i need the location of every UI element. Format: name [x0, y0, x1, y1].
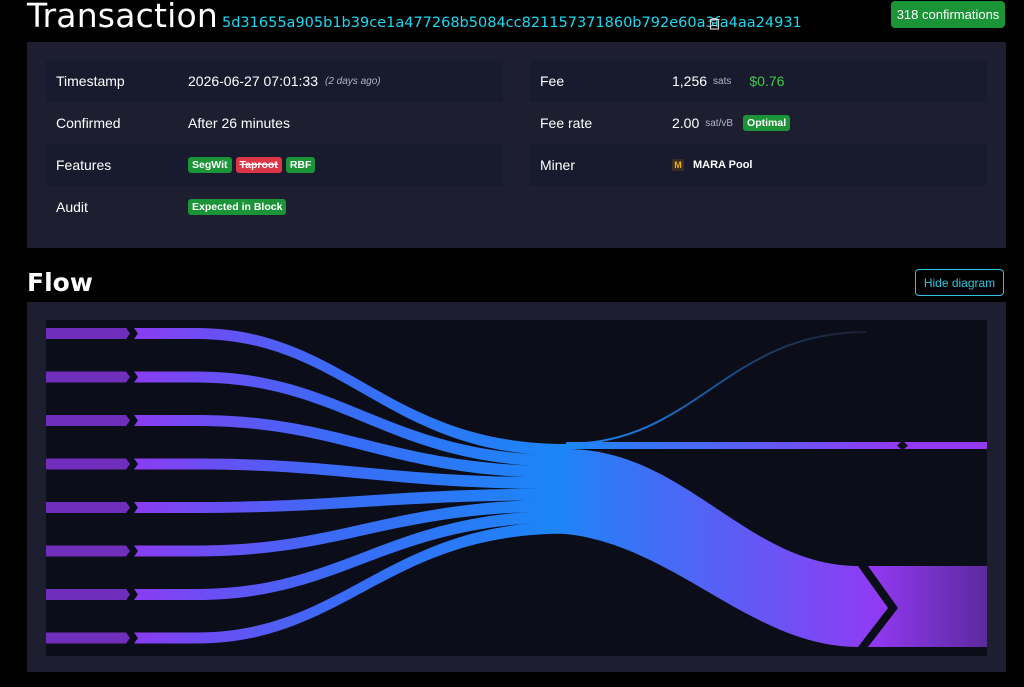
flow-output-1-tail[interactable] [904, 442, 987, 449]
fee-rate-unit: sat/vB [705, 117, 734, 129]
miner-value[interactable]: M MARA Pool [672, 159, 752, 171]
fee-unit: sats [713, 75, 732, 87]
miner-name[interactable]: MARA Pool [693, 159, 752, 171]
flow-title: Flow [27, 268, 93, 297]
timestamp-row: Timestamp 2026-06-27 07:01:33 (2 days ag… [46, 60, 503, 102]
page-title: Transaction [27, 0, 218, 35]
miner-label: Miner [540, 157, 576, 173]
confirmed-label: Confirmed [56, 115, 121, 131]
feature-badge-rbf[interactable]: RBF [285, 157, 316, 173]
fee-label: Fee [540, 73, 565, 89]
fee-row: Fee 1,256 sats $0.76 [530, 60, 987, 102]
flow-input-stub[interactable] [46, 328, 130, 339]
fee-rate-badge: Optimal [743, 115, 791, 131]
fee-rate-amount: 2.00 [672, 115, 700, 131]
fee-value: 1,256 sats $0.76 [672, 73, 784, 89]
hide-diagram-button[interactable]: Hide diagram [915, 269, 1004, 296]
miner-row: Miner M MARA Pool [530, 144, 987, 186]
audit-label: Audit [56, 199, 88, 215]
flow-input-stub[interactable] [46, 371, 130, 383]
flow-input-stub[interactable] [46, 545, 130, 557]
confirmed-row: Confirmed After 26 minutes [46, 102, 503, 144]
features-badges: SegWit Taproot RBF [188, 157, 316, 173]
timestamp-date: 2026-06-27 07:01:33 [188, 73, 318, 89]
fee-rate-label: Fee rate [540, 115, 593, 131]
flow-output-1[interactable] [566, 442, 901, 449]
fee-rate-row: Fee rate 2.00 sat/vB Optimal [530, 102, 987, 144]
timestamp-relative: (2 days ago) [325, 75, 381, 87]
flow-input-stub[interactable] [46, 458, 130, 470]
flow-input-stub[interactable] [46, 632, 130, 644]
fee-amount: 1,256 [672, 73, 708, 89]
audit-badge[interactable]: Expected in Block [188, 199, 287, 215]
flow-input-stub[interactable] [46, 502, 130, 513]
audit-value: Expected in Block [188, 199, 287, 215]
feature-badge-segwit[interactable]: SegWit [188, 157, 232, 173]
flow-input-stub[interactable] [46, 589, 130, 600]
timestamp-value: 2026-06-27 07:01:33 (2 days ago) [188, 73, 381, 89]
feature-badge-taproot[interactable]: Taproot [235, 157, 282, 173]
timestamp-label: Timestamp [56, 73, 125, 89]
miner-logo-icon: M [672, 159, 684, 171]
transaction-details: Timestamp 2026-06-27 07:01:33 (2 days ag… [27, 42, 1006, 248]
confirmations-badge[interactable]: 318 confirmations [891, 1, 1005, 28]
flow-diagram[interactable] [46, 320, 987, 656]
features-label: Features [56, 157, 112, 173]
features-row: Features SegWit Taproot RBF [46, 144, 503, 186]
clipboard-icon[interactable] [709, 17, 721, 30]
fee-usd: $0.76 [749, 73, 785, 89]
confirmed-value: After 26 minutes [188, 115, 290, 131]
flow-panel [27, 302, 1006, 672]
flow-input-stub[interactable] [46, 415, 130, 426]
audit-row: Audit Expected in Block [46, 186, 503, 228]
fee-rate-value: 2.00 sat/vB Optimal [672, 115, 791, 131]
